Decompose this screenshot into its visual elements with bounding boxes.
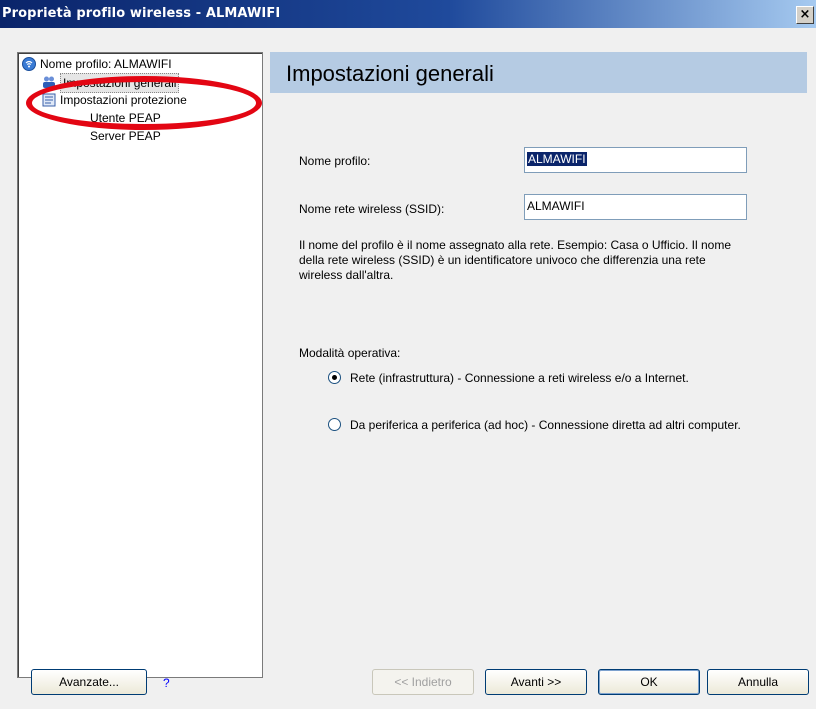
operating-mode-label: Modalità operativa: <box>299 346 401 360</box>
description-text: Il nome del profilo è il nome assegnato … <box>299 238 731 282</box>
window-title: Proprietà profilo wireless - ALMAWIFI <box>2 6 281 21</box>
profile-name-field[interactable]: ALMAWIFI <box>524 147 747 173</box>
help-link[interactable]: ? <box>163 676 170 690</box>
navigation-tree[interactable]: Nome profilo: ALMAWIFI Impostazioni gene… <box>17 52 263 678</box>
profile-name-value: ALMAWIFI <box>527 152 587 166</box>
cancel-button[interactable]: Annulla <box>707 669 809 695</box>
page-title: Impostazioni generali <box>286 61 494 86</box>
advanced-button[interactable]: Avanzate... <box>31 669 147 695</box>
radio-infrastructure[interactable] <box>328 371 341 384</box>
radio-adhoc-label[interactable]: Da periferica a periferica (ad hoc) - Co… <box>350 418 760 433</box>
ssid-value: ALMAWIFI <box>527 199 585 213</box>
wireless-signal-icon <box>22 57 36 71</box>
radio-infrastructure-label[interactable]: Rete (infrastruttura) - Connessione a re… <box>350 371 770 386</box>
next-button[interactable]: Avanti >> <box>485 669 587 695</box>
highlight-annotation <box>26 76 262 130</box>
back-button[interactable]: << Indietro <box>372 669 474 695</box>
dialog-body: Nome profilo: ALMAWIFI Impostazioni gene… <box>0 28 816 709</box>
ssid-label: Nome rete wireless (SSID): <box>299 202 445 216</box>
profile-name-label: Nome profilo: <box>299 154 371 168</box>
section-header: Impostazioni generali <box>270 52 807 93</box>
title-bar: Proprietà profilo wireless - ALMAWIFI × <box>0 0 816 28</box>
ssid-field[interactable]: ALMAWIFI <box>524 194 747 220</box>
ok-button[interactable]: OK <box>598 669 700 695</box>
tree-item-label: Nome profilo: ALMAWIFI <box>40 57 172 71</box>
close-button[interactable]: × <box>796 6 814 24</box>
radio-adhoc[interactable] <box>328 418 341 431</box>
